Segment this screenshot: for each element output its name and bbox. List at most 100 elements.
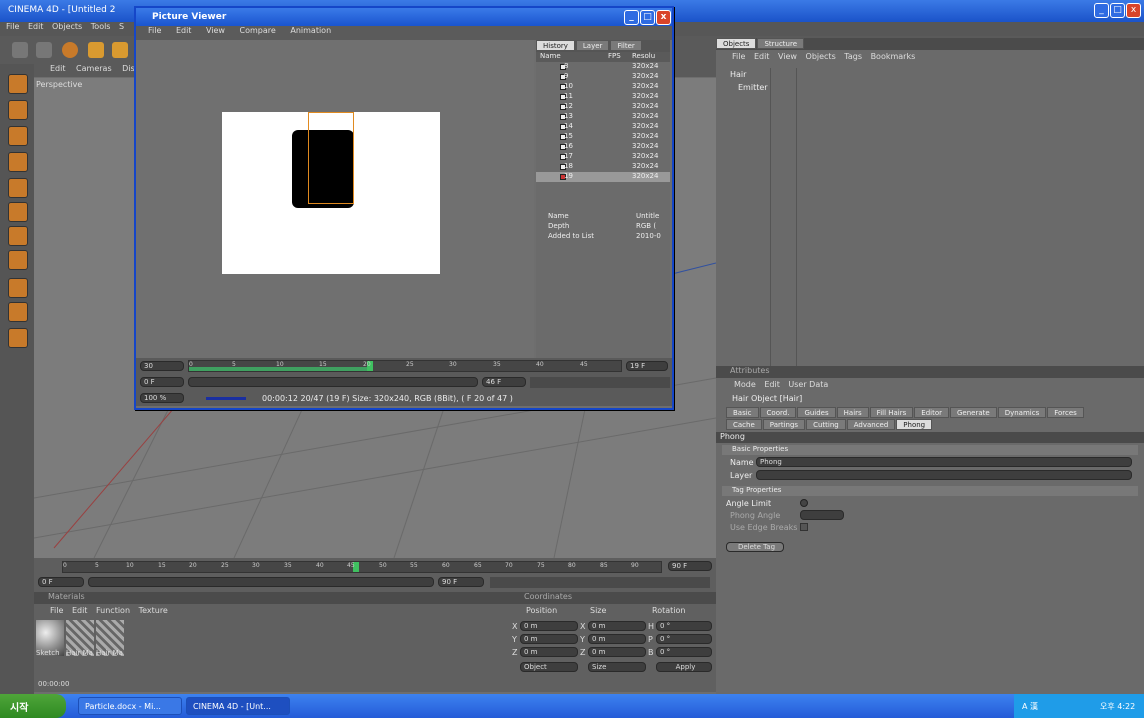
history-row[interactable]: 9 320x24 bbox=[536, 72, 670, 82]
objects-menu-edit[interactable]: Edit bbox=[754, 52, 770, 61]
coordinate-mode-select[interactable]: Object bbox=[520, 662, 578, 672]
tab-basic[interactable]: Basic bbox=[726, 407, 759, 418]
materials-menu-function[interactable]: Function bbox=[96, 606, 130, 615]
pv-frame-left[interactable]: 0 F bbox=[140, 377, 184, 387]
edge-breaks-checkbox[interactable] bbox=[800, 523, 808, 531]
tab-history[interactable]: History bbox=[536, 40, 575, 51]
tab-coord[interactable]: Coord. bbox=[759, 407, 797, 418]
tab-advanced[interactable]: Advanced bbox=[846, 419, 896, 430]
pv-menu-edit[interactable]: Edit bbox=[176, 26, 192, 35]
history-row[interactable]: 17 320x24 bbox=[536, 152, 670, 162]
pv-menu-view[interactable]: View bbox=[206, 26, 225, 35]
end-frame-field[interactable]: 90 F bbox=[668, 561, 712, 571]
end-range-field[interactable]: 90 F bbox=[438, 577, 484, 587]
scale-icon[interactable] bbox=[112, 42, 128, 58]
tab-fill-hairs[interactable]: Fill Hairs bbox=[869, 407, 914, 418]
object-item-hair[interactable]: Hair bbox=[730, 70, 746, 79]
start-button[interactable]: 시작 bbox=[0, 694, 66, 718]
size-z-field[interactable]: 0 m bbox=[588, 647, 646, 657]
tab-dynamics[interactable]: Dynamics bbox=[997, 407, 1047, 418]
minimize-button[interactable]: _ bbox=[1094, 3, 1109, 18]
tool-icon[interactable] bbox=[8, 278, 28, 298]
timeline-ruler[interactable]: 0 5 10 15 20 25 30 35 40 45 50 55 60 65 70 75 80 85 90 bbox=[62, 561, 662, 573]
history-row[interactable]: 11 320x24 bbox=[536, 92, 670, 102]
tool-icon[interactable] bbox=[8, 126, 28, 146]
history-row[interactable]: 12 320x24 bbox=[536, 102, 670, 112]
history-row[interactable]: 18 320x24 bbox=[536, 162, 670, 172]
tab-hairs[interactable]: Hairs bbox=[836, 407, 869, 418]
tab-layer[interactable]: Layer bbox=[575, 40, 610, 51]
tool-icon[interactable] bbox=[8, 250, 28, 270]
delete-tag-button[interactable]: Delete Tag bbox=[726, 542, 784, 552]
tab-editor[interactable]: Editor bbox=[914, 407, 949, 418]
pv-maximize-button[interactable]: □ bbox=[640, 10, 655, 25]
tool-icon[interactable] bbox=[8, 74, 28, 94]
pv-menu-animation[interactable]: Animation bbox=[290, 26, 331, 35]
rotation-b-field[interactable]: 0 ° bbox=[656, 647, 712, 657]
pv-menu-compare[interactable]: Compare bbox=[240, 26, 276, 35]
menu-tools[interactable]: Tools bbox=[91, 22, 111, 31]
tool-icon[interactable] bbox=[8, 226, 28, 246]
attributes-menu-edit[interactable]: Edit bbox=[764, 380, 780, 389]
attributes-menu-userdata[interactable]: User Data bbox=[788, 380, 828, 389]
tool-icon[interactable] bbox=[8, 178, 28, 198]
materials-menu-edit[interactable]: Edit bbox=[72, 606, 88, 615]
playback-controls[interactable] bbox=[490, 577, 710, 588]
name-field[interactable]: Phong bbox=[756, 457, 1132, 467]
current-frame-field[interactable]: 0 F bbox=[38, 577, 84, 587]
phong-angle-field[interactable] bbox=[800, 510, 844, 520]
materials-menu-file[interactable]: File bbox=[50, 606, 63, 615]
menu-more[interactable]: S bbox=[119, 22, 124, 31]
objects-menu-view[interactable]: View bbox=[778, 52, 797, 61]
objects-menu-bookmarks[interactable]: Bookmarks bbox=[871, 52, 916, 61]
menu-objects[interactable]: Objects bbox=[52, 22, 82, 31]
apply-button[interactable]: Apply bbox=[656, 662, 712, 672]
fps-field[interactable]: 30 bbox=[140, 361, 184, 371]
tool-icon[interactable] bbox=[8, 302, 28, 322]
pv-close-button[interactable]: x bbox=[656, 10, 671, 25]
materials-menu-texture[interactable]: Texture bbox=[139, 606, 168, 615]
zoom-field[interactable]: 100 % bbox=[140, 393, 184, 403]
rotation-h-field[interactable]: 0 ° bbox=[656, 621, 712, 631]
pv-minimize-button[interactable]: _ bbox=[624, 10, 639, 25]
object-item-emitter[interactable]: Emitter bbox=[738, 83, 768, 92]
maximize-button[interactable]: □ bbox=[1110, 3, 1125, 18]
pv-menu-file[interactable]: File bbox=[148, 26, 161, 35]
menu-file[interactable]: File bbox=[6, 22, 19, 31]
attributes-menu-mode[interactable]: Mode bbox=[734, 380, 756, 389]
pv-end-frame-field[interactable]: 19 F bbox=[626, 361, 668, 371]
angle-limit-checkbox[interactable] bbox=[800, 499, 808, 507]
range-slider[interactable] bbox=[88, 577, 434, 587]
tab-partings[interactable]: Partings bbox=[762, 419, 806, 430]
history-row[interactable]: 16 320x24 bbox=[536, 142, 670, 152]
tab-forces[interactable]: Forces bbox=[1047, 407, 1084, 418]
tab-phong[interactable]: Phong bbox=[896, 419, 933, 430]
viewport-menu-edit[interactable]: Edit bbox=[50, 64, 66, 73]
history-row[interactable]: 10 320x24 bbox=[536, 82, 670, 92]
position-x-field[interactable]: 0 m bbox=[520, 621, 578, 631]
taskbar-item-cinema4d[interactable]: CINEMA 4D - [Unt... bbox=[186, 697, 290, 715]
rotation-p-field[interactable]: 0 ° bbox=[656, 634, 712, 644]
redo-icon[interactable] bbox=[36, 42, 52, 58]
tab-objects[interactable]: Objects bbox=[716, 38, 757, 49]
pv-range-slider[interactable] bbox=[188, 377, 478, 387]
tool-icon[interactable] bbox=[8, 202, 28, 222]
history-row[interactable]: 14 320x24 bbox=[536, 122, 670, 132]
tab-generate[interactable]: Generate bbox=[950, 407, 997, 418]
history-row-selected[interactable]: 19 320x24 bbox=[536, 172, 670, 182]
pv-timeline-ruler[interactable]: 0 5 10 15 20 25 30 35 40 45 bbox=[188, 360, 622, 372]
tab-guides[interactable]: Guides bbox=[797, 407, 836, 418]
layer-field[interactable] bbox=[756, 470, 1132, 480]
size-x-field[interactable]: 0 m bbox=[588, 621, 646, 631]
move-icon[interactable] bbox=[88, 42, 104, 58]
tab-cutting[interactable]: Cutting bbox=[806, 419, 846, 430]
size-y-field[interactable]: 0 m bbox=[588, 634, 646, 644]
tab-cache[interactable]: Cache bbox=[726, 419, 762, 430]
basic-properties-group[interactable]: Basic Properties bbox=[722, 445, 1138, 455]
tab-filter[interactable]: Filter bbox=[610, 40, 642, 51]
taskbar-item-word[interactable]: Particle.docx - Mi... bbox=[78, 697, 182, 715]
tool-icon[interactable] bbox=[8, 100, 28, 120]
history-row[interactable]: 15 320x24 bbox=[536, 132, 670, 142]
tag-properties-group[interactable]: Tag Properties bbox=[722, 486, 1138, 496]
tool-icon[interactable] bbox=[8, 328, 28, 348]
